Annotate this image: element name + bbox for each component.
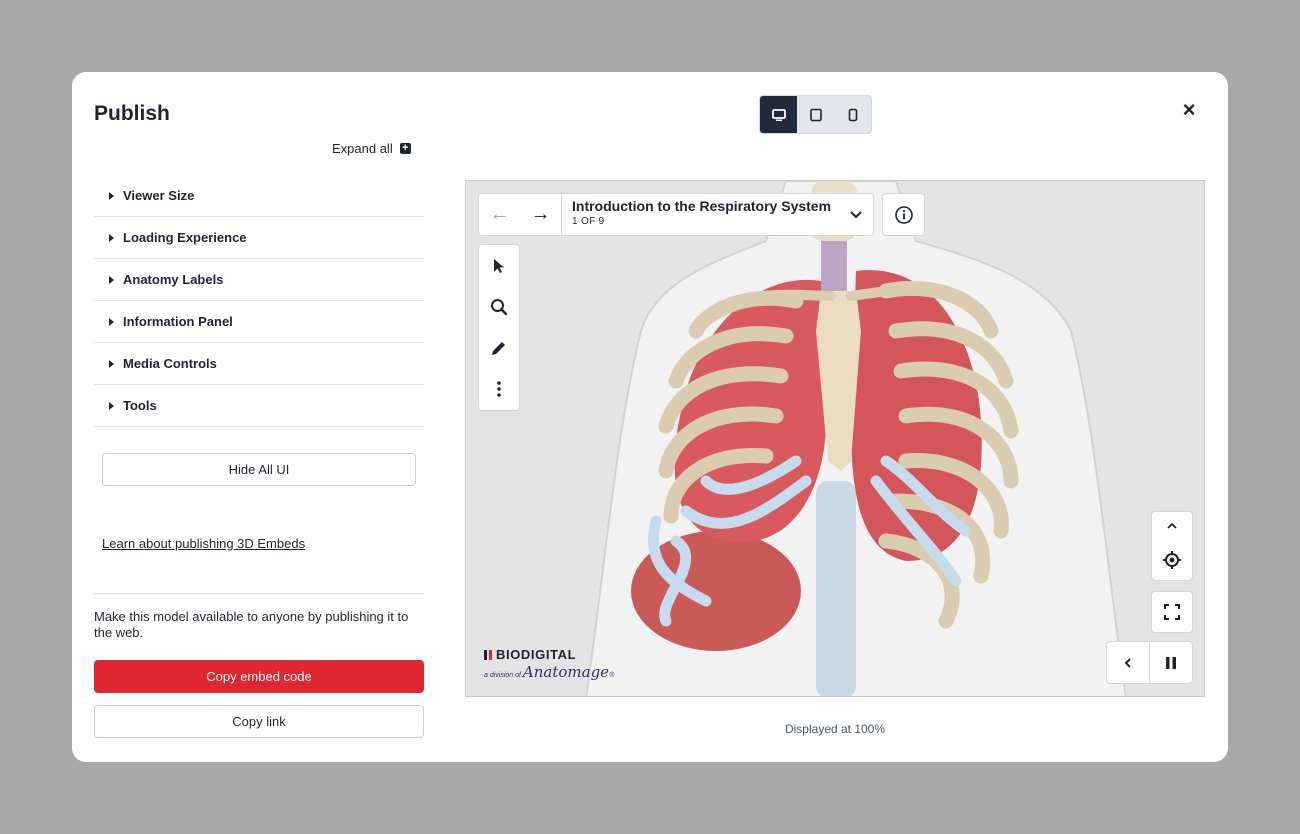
desktop-view-button[interactable] xyxy=(760,96,797,133)
publish-dialog: Publish × Expand all + Viewer Size Loadi… xyxy=(72,72,1228,762)
tour-title: Introduction to the Respiratory System xyxy=(572,198,832,214)
playback-controls xyxy=(1106,641,1193,684)
fullscreen-icon xyxy=(1164,604,1180,620)
tablet-icon xyxy=(809,108,822,121)
more-tools-button[interactable] xyxy=(479,368,519,409)
camera-controls xyxy=(1151,511,1193,581)
viewer-toolbar xyxy=(478,244,520,411)
dialog-title: Publish xyxy=(94,102,170,125)
display-scale-text: Displayed at 100% xyxy=(784,722,886,736)
next-arrow-button[interactable]: → xyxy=(520,194,561,235)
learn-more-link[interactable]: Learn about publishing 3D Embeds xyxy=(102,536,305,551)
tablet-view-button[interactable] xyxy=(797,96,834,133)
close-button[interactable]: × xyxy=(1178,99,1200,122)
phone-view-button[interactable] xyxy=(834,96,871,133)
chevron-down-icon xyxy=(850,211,862,219)
cursor-icon xyxy=(494,258,504,273)
section-tools[interactable]: Tools xyxy=(94,385,424,427)
info-button[interactable] xyxy=(882,193,925,236)
section-information-panel[interactable]: Information Panel xyxy=(94,301,424,343)
caret-right-icon xyxy=(109,401,114,410)
copy-link-button[interactable]: Copy link xyxy=(94,705,424,738)
draw-tool-button[interactable] xyxy=(479,327,519,368)
search-icon xyxy=(491,298,508,315)
info-icon xyxy=(894,205,913,224)
fullscreen-button[interactable] xyxy=(1151,591,1193,633)
more-vertical-icon xyxy=(497,380,501,397)
section-anatomy-labels[interactable]: Anatomy Labels xyxy=(94,259,424,301)
select-tool-button[interactable] xyxy=(479,245,519,286)
chevron-left-icon xyxy=(1124,657,1131,668)
section-label: Tools xyxy=(123,398,157,413)
copy-embed-code-button[interactable]: Copy embed code xyxy=(94,660,424,693)
settings-sections: Viewer Size Loading Experience Anatomy L… xyxy=(94,175,424,427)
3d-viewer-preview[interactable]: ← → Introduction to the Respiratory Syst… xyxy=(465,180,1205,697)
caret-right-icon xyxy=(109,233,114,242)
crosshair-icon xyxy=(1163,551,1181,569)
desktop-icon xyxy=(771,108,786,121)
recenter-button[interactable] xyxy=(1162,540,1182,580)
tour-chapter-dropdown[interactable]: Introduction to the Respiratory System 1… xyxy=(561,194,873,235)
chevron-up-icon xyxy=(1167,522,1177,529)
section-label: Media Controls xyxy=(123,356,217,371)
expand-all-label: Expand all xyxy=(332,141,393,156)
phone-icon xyxy=(848,108,857,121)
section-label: Information Panel xyxy=(123,314,233,329)
pencil-icon xyxy=(492,341,505,355)
anatomy-model-image xyxy=(466,181,1204,696)
section-label: Loading Experience xyxy=(123,230,247,245)
device-toggle xyxy=(759,95,872,134)
arrow-right-icon: → xyxy=(530,203,551,225)
brand-division-text: a division of xyxy=(484,672,521,679)
biodigital-logo: BIODIGITAL a division of Anatomage® xyxy=(484,647,614,681)
caret-right-icon xyxy=(109,275,114,284)
pause-icon xyxy=(1165,656,1176,669)
section-viewer-size[interactable]: Viewer Size xyxy=(94,175,424,217)
section-label: Viewer Size xyxy=(123,188,195,203)
biodigital-mark-icon xyxy=(484,649,492,660)
arrow-left-icon: ← xyxy=(489,203,510,225)
section-media-controls[interactable]: Media Controls xyxy=(94,343,424,385)
expand-controls-button[interactable] xyxy=(1166,512,1178,540)
search-tool-button[interactable] xyxy=(479,286,519,327)
rewind-button[interactable] xyxy=(1107,642,1150,683)
section-loading-experience[interactable]: Loading Experience xyxy=(94,217,424,259)
pause-button[interactable] xyxy=(1150,642,1193,683)
brand-name: BIODIGITAL xyxy=(496,647,577,662)
publish-description: Make this model available to anyone by p… xyxy=(94,609,409,640)
registered-mark: ® xyxy=(609,672,615,679)
caret-right-icon xyxy=(109,317,114,326)
plus-square-icon: + xyxy=(399,143,411,154)
caret-right-icon xyxy=(109,359,114,368)
expand-all-button[interactable]: Expand all + xyxy=(332,141,411,156)
section-label: Anatomy Labels xyxy=(123,272,224,287)
tour-step-count: 1 OF 9 xyxy=(572,216,605,227)
divider xyxy=(94,593,424,594)
previous-arrow-button[interactable]: ← xyxy=(479,194,520,235)
caret-right-icon xyxy=(109,191,114,200)
tour-navigation: ← → Introduction to the Respiratory Syst… xyxy=(478,193,874,236)
brand-parent-name: Anatomage xyxy=(522,663,610,681)
hide-all-ui-button[interactable]: Hide All UI xyxy=(102,453,416,486)
